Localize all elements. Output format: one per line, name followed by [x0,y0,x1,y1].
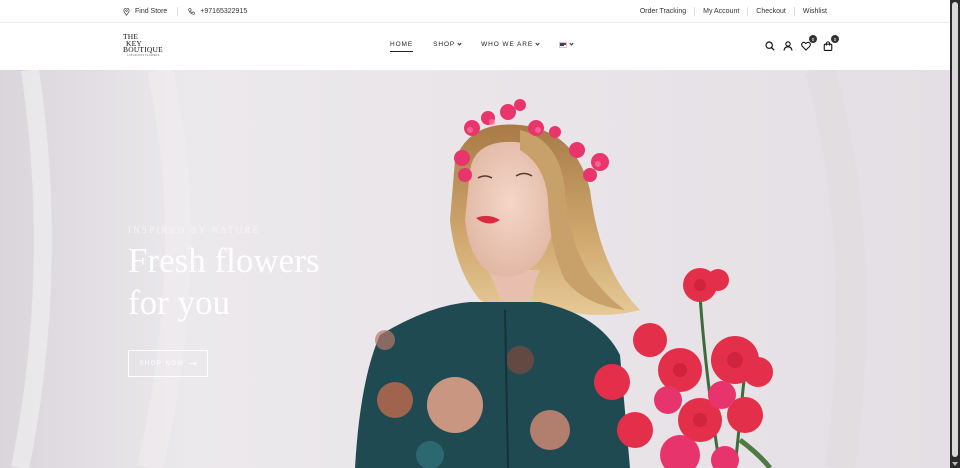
hero-text: INSPIRED BY NATURE Fresh flowers for you… [128,225,320,377]
nav-shop[interactable]: SHOP [433,41,462,48]
nav-home-label: HOME [390,41,414,48]
page-scrollbar[interactable] [950,0,960,468]
top-bar-left: Find Store +97165322915 [123,7,247,16]
arrow-right-icon [188,361,197,366]
find-store-link[interactable]: Find Store [123,7,168,16]
divider [793,7,795,16]
nav-who-we-are[interactable]: WHO WE ARE [481,41,540,48]
top-bar-links: Order Tracking My Account Checkout Wishl… [640,7,827,16]
scroll-down-arrow-icon[interactable] [952,462,958,466]
wishlist-count-badge: 0 [809,35,817,43]
search-icon [764,40,775,51]
divider [747,7,749,16]
phone-icon [188,8,195,15]
hero-headline-line: Fresh flowers [128,241,320,280]
cart-count-badge: 0 [831,35,839,43]
hero-headline-line: for you [128,283,231,322]
top-bar: Find Store +97165322915 Order Tracking M… [0,0,950,23]
main-header: THE KEY BOUTIQUE LUXURIOUS FLOWERS HOME … [0,23,950,70]
search-button[interactable] [764,40,775,51]
location-pin-icon [123,7,130,16]
shop-now-button[interactable]: SHOP NOW [128,350,208,377]
my-account-link[interactable]: My Account [703,8,739,15]
checkout-link[interactable]: Checkout [756,8,786,15]
cart-button[interactable]: 0 [822,35,839,51]
us-flag-icon [559,41,568,48]
order-tracking-link[interactable]: Order Tracking [640,8,686,15]
nav-shop-label: SHOP [433,41,456,48]
phone-link[interactable]: +97165322915 [188,8,247,15]
shopping-bag-icon [823,40,832,51]
hero-headline: Fresh flowers for you [128,240,320,324]
find-store-label: Find Store [135,8,168,15]
scrollbar-thumb[interactable] [952,2,958,457]
wishlist-button[interactable]: 0 [800,35,817,51]
phone-number: +97165322915 [200,8,248,15]
page: Find Store +97165322915 Order Tracking M… [0,0,950,468]
site-logo[interactable]: THE KEY BOUTIQUE LUXURIOUS FLOWERS [123,33,171,58]
chevron-down-icon [535,41,540,46]
shop-now-label: SHOP NOW [139,360,185,367]
divider [694,7,696,16]
chevron-down-icon [569,41,574,46]
user-icon [782,40,793,51]
hero-eyebrow: INSPIRED BY NATURE [128,225,261,235]
account-button[interactable] [782,40,793,51]
language-selector[interactable] [559,41,574,48]
header-icons: 0 0 [764,35,839,51]
nav-home[interactable]: HOME [390,41,414,52]
logo-tagline: LUXURIOUS FLOWERS [127,53,160,57]
heart-icon [800,41,811,51]
main-nav: HOME SHOP WHO WE ARE [390,41,593,52]
divider [177,7,179,16]
wishlist-link[interactable]: Wishlist [803,8,827,15]
chevron-down-icon [457,41,462,46]
nav-who-we-are-label: WHO WE ARE [481,41,534,48]
hero-banner: INSPIRED BY NATURE Fresh flowers for you… [0,70,950,468]
